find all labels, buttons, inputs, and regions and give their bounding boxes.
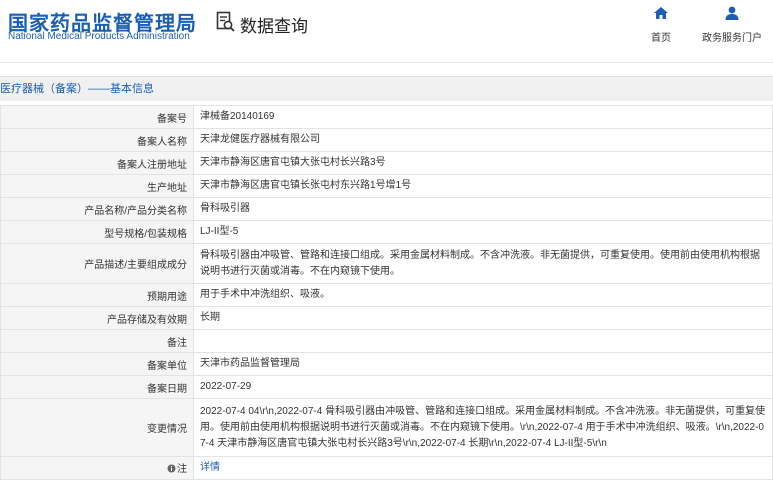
table-row: 备注 bbox=[0, 329, 773, 353]
nav-home[interactable]: 首页 bbox=[651, 6, 671, 44]
nav-gov-portal[interactable]: 政务服务门户 bbox=[702, 6, 762, 44]
table-row: 产品描述/主要组成成分 骨科吸引器由冲吸管、管路和连接口组成。采用金属材料制成。… bbox=[0, 243, 773, 284]
row-label: 备注 bbox=[0, 329, 194, 353]
table-row: 备案号 津械备20140169 bbox=[0, 105, 773, 129]
row-label: 变更情况 bbox=[0, 398, 194, 457]
record-info-table: 备案号 津械备20140169 备案人名称 天津龙健医疗器械有限公司 备案人注册… bbox=[0, 105, 773, 480]
row-value: 天津市静海区唐官屯镇大张屯村长兴路3号 bbox=[193, 151, 773, 175]
nav-home-label: 首页 bbox=[651, 33, 671, 44]
nav-gov-label: 政务服务门户 bbox=[702, 33, 762, 44]
row-label: 型号规格/包装规格 bbox=[0, 220, 194, 244]
row-label: 产品描述/主要组成成分 bbox=[0, 243, 194, 284]
user-icon bbox=[724, 6, 740, 25]
row-label: 产品存储及有效期 bbox=[0, 306, 194, 330]
table-row: 注 详情 bbox=[0, 456, 773, 480]
details-link[interactable]: 详情 bbox=[200, 462, 220, 473]
row-label: 备案人名称 bbox=[0, 128, 194, 152]
row-label: 预期用途 bbox=[0, 283, 194, 307]
table-row: 型号规格/包装规格 LJ-II型-5 bbox=[0, 220, 773, 244]
row-value: 长期 bbox=[193, 306, 773, 330]
row-label: 生产地址 bbox=[0, 174, 194, 198]
site-logo-subtitle[interactable]: National Medical Products Administration bbox=[8, 31, 190, 42]
site-header: 国家药品监督管理局 National Medical Products Admi… bbox=[0, 0, 773, 76]
data-query-title: 数据查询 bbox=[240, 17, 308, 36]
row-value: LJ-II型-5 bbox=[193, 220, 773, 244]
section-heading: 医疗器械（备案）——基本信息 bbox=[0, 76, 773, 101]
table-row: 备案人名称 天津龙健医疗器械有限公司 bbox=[0, 128, 773, 152]
row-label: 注 bbox=[177, 464, 187, 476]
row-value: 骨科吸引器由冲吸管、管路和连接口组成。采用金属材料制成。不含冲洗液。非无菌提供，… bbox=[193, 243, 773, 284]
table-row: 备案日期 2022-07-29 bbox=[0, 375, 773, 399]
home-icon bbox=[653, 6, 669, 25]
table-row: 产品名称/产品分类名称 骨科吸引器 bbox=[0, 197, 773, 221]
row-label-with-icon: 注 bbox=[0, 456, 194, 480]
info-icon bbox=[167, 464, 176, 476]
row-label: 备案号 bbox=[0, 105, 194, 129]
row-label: 产品名称/产品分类名称 bbox=[0, 197, 194, 221]
row-value: 骨科吸引器 bbox=[193, 197, 773, 221]
row-value: 用于手术中冲洗组织、吸液。 bbox=[193, 283, 773, 307]
table-row: 备案人注册地址 天津市静海区唐官屯镇大张屯村长兴路3号 bbox=[0, 151, 773, 175]
document-search-icon bbox=[216, 11, 236, 38]
row-label: 备案人注册地址 bbox=[0, 151, 194, 175]
table-row: 变更情况 2022-07-4 04\r\n,2022-07-4 骨科吸引器由冲吸… bbox=[0, 398, 773, 457]
table-row: 备案单位 天津市药品监督管理局 bbox=[0, 352, 773, 376]
table-row: 预期用途 用于手术中冲洗组织、吸液。 bbox=[0, 283, 773, 307]
row-value: 2022-07-4 04\r\n,2022-07-4 骨科吸引器由冲吸管、管路和… bbox=[193, 398, 773, 457]
table-row: 生产地址 天津市静海区唐官屯镇长张屯村东兴路1号增1号 bbox=[0, 174, 773, 198]
section-title: 医疗器械（备案）——基本信息 bbox=[0, 83, 154, 95]
header-divider bbox=[0, 62, 773, 63]
row-value: 2022-07-29 bbox=[193, 375, 773, 399]
row-value: 天津市药品监督管理局 bbox=[193, 352, 773, 376]
row-label: 备案单位 bbox=[0, 352, 194, 376]
row-value: 详情 bbox=[193, 456, 773, 480]
table-row: 产品存储及有效期 长期 bbox=[0, 306, 773, 330]
row-value: 天津市静海区唐官屯镇长张屯村东兴路1号增1号 bbox=[193, 174, 773, 198]
row-label: 备案日期 bbox=[0, 375, 194, 399]
data-query-heading: 数据查询 bbox=[216, 11, 308, 38]
row-value bbox=[193, 329, 773, 353]
row-value: 津械备20140169 bbox=[193, 105, 773, 129]
row-value: 天津龙健医疗器械有限公司 bbox=[193, 128, 773, 152]
